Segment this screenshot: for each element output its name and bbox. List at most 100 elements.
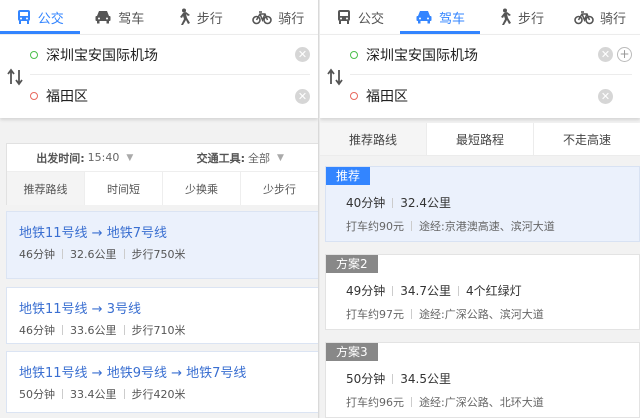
depart-time-value: 15:40 (87, 151, 120, 164)
car-icon (415, 9, 433, 25)
swap-icon[interactable] (326, 67, 344, 87)
tab-bike-label: 骑行 (278, 11, 305, 27)
route-title: 地铁11号线 → 地铁7号线 (19, 226, 167, 241)
mode-tabs: 公交 驾车 步行 骑行 (0, 0, 318, 34)
bus-icon (336, 9, 352, 25)
transit-route-1[interactable]: 地铁11号线 → 地铁7号线 46分钟 32.6公里 步行750米 (6, 211, 318, 279)
plan-distance: 32.4公里 (400, 196, 452, 210)
transit-route-2[interactable]: 地铁11号线 → 3号线 46分钟 33.6公里 步行710米 (6, 287, 318, 344)
transit-options: 出发时间: 15:40 ▼ 交通工具: 全部 ▼ 推荐路线 时间短 少换乘 少步… (6, 143, 319, 205)
tab-walk[interactable]: 步行 (159, 0, 239, 34)
sort-less-walking[interactable]: 少步行 (241, 172, 318, 205)
plan-via: 广深公路、北环大道 (444, 396, 544, 409)
clear-end-icon[interactable]: ✕ (598, 88, 613, 104)
start-dot-icon (30, 50, 38, 59)
plan-time: 49分钟 (346, 284, 386, 298)
transport-tool-select[interactable]: 交通工具: 全部 ▼ (163, 144, 319, 171)
chevron-down-icon: ▼ (126, 152, 134, 163)
route-inputs: 深圳宝安国际机场 ✕ + 福田区 ✕ (320, 34, 640, 118)
driving-panel: 公交 驾车 步行 骑行 深圳宝安国际机场 ✕ + 福田区 ✕ 推荐路线 最短路程… (320, 0, 640, 418)
plan-summary: 40分钟 32.4公里 (346, 194, 451, 211)
tab-bus-label: 公交 (357, 11, 384, 27)
clear-end-icon[interactable]: ✕ (295, 88, 310, 104)
plan-summary: 50分钟 34.5公里 (346, 370, 451, 387)
plan-details: 打车约96元 途经:广深公路、北环大道 (346, 394, 544, 410)
route-title: 地铁11号线 → 3号线 (19, 302, 141, 317)
tab-recommended-route[interactable]: 推荐路线 (320, 123, 427, 155)
mode-tabs: 公交 驾车 步行 骑行 (320, 0, 640, 34)
route-meta: 46分钟 32.6公里 步行750米 (19, 246, 186, 262)
driving-plan-3[interactable]: 方案3 50分钟 34.5公里 打车约96元 途经:广深公路、北环大道 (325, 342, 640, 418)
route-distance: 33.6公里 (70, 324, 117, 337)
transit-panel: 公交 驾车 步行 骑行 深圳宝安国际机场 ✕ 福田区 ✕ 出发时间: 15:40… (0, 0, 319, 418)
end-field[interactable]: 福田区 ✕ (350, 76, 632, 116)
end-input[interactable]: 福田区 (46, 86, 295, 106)
plan-via-label: 途经: (419, 396, 445, 409)
start-field[interactable]: 深圳宝安国际机场 ✕ + (350, 35, 632, 75)
clear-start-icon[interactable]: ✕ (598, 47, 613, 62)
plan-badge: 方案3 (326, 343, 378, 361)
swap-icon[interactable] (6, 67, 24, 87)
depart-time-select[interactable]: 出发时间: 15:40 ▼ (7, 144, 163, 171)
plan-taxi: 打车约90元 (346, 220, 404, 233)
plan-summary: 49分钟 34.7公里 4个红绿灯 (346, 282, 522, 299)
plan-badge: 推荐 (326, 167, 371, 185)
plan-distance: 34.5公里 (400, 372, 452, 386)
end-dot-icon (30, 92, 38, 100)
tab-walk-label: 步行 (517, 11, 544, 27)
tab-bus-label: 公交 (37, 11, 64, 27)
end-input[interactable]: 福田区 (366, 86, 598, 106)
plan-details: 打车约97元 途经:广深公路、滨河大道 (346, 306, 544, 322)
tab-avoid-highway[interactable]: 不走高速 (534, 123, 640, 155)
plan-taxi: 打车约97元 (346, 308, 404, 321)
end-dot-icon (350, 92, 358, 100)
clear-start-icon[interactable]: ✕ (295, 47, 310, 62)
start-input[interactable]: 深圳宝安国际机场 (46, 45, 295, 65)
transport-tool-value: 全部 (247, 151, 270, 165)
bus-icon (16, 9, 32, 25)
bike-icon (574, 9, 594, 25)
plan-badge: 方案2 (326, 255, 378, 273)
sort-recommended[interactable]: 推荐路线 (7, 172, 85, 205)
driving-plan-1[interactable]: 推荐 40分钟 32.4公里 打车约90元 途经:京港澳高速、滨河大道 (325, 166, 640, 242)
tab-shortest-distance[interactable]: 最短路程 (427, 123, 534, 155)
driving-strategy-tabs: 推荐路线 最短路程 不走高速 (320, 123, 640, 156)
route-time: 46分钟 (19, 248, 55, 261)
plan-taxi: 打车约96元 (346, 396, 404, 409)
tab-walk[interactable]: 步行 (480, 0, 560, 34)
tab-bus[interactable]: 公交 (320, 0, 400, 34)
plan-via-label: 途经: (419, 308, 445, 321)
tab-car[interactable]: 驾车 (400, 0, 480, 34)
transport-tool-label: 交通工具: (196, 151, 245, 165)
add-waypoint-icon[interactable]: + (617, 47, 632, 62)
route-time: 46分钟 (19, 324, 55, 337)
route-inputs: 深圳宝安国际机场 ✕ 福田区 ✕ (0, 34, 318, 118)
start-field[interactable]: 深圳宝安国际机场 ✕ (30, 35, 310, 75)
sort-shortest-time[interactable]: 时间短 (85, 172, 163, 205)
chevron-down-icon: ▼ (276, 152, 284, 163)
tab-bike[interactable]: 骑行 (239, 0, 319, 34)
plan-time: 40分钟 (346, 196, 386, 210)
tab-car[interactable]: 驾车 (80, 0, 160, 34)
start-input[interactable]: 深圳宝安国际机场 (366, 45, 598, 65)
plan-via: 京港澳高速、滨河大道 (444, 220, 555, 233)
plan-details: 打车约90元 途经:京港澳高速、滨河大道 (346, 218, 555, 234)
tab-walk-label: 步行 (196, 11, 223, 27)
tab-bike[interactable]: 骑行 (560, 0, 640, 34)
plan-time: 50分钟 (346, 372, 386, 386)
plan-via: 广深公路、滨河大道 (444, 308, 544, 321)
end-field[interactable]: 福田区 ✕ (30, 76, 310, 116)
route-meta: 50分钟 33.4公里 步行420米 (19, 386, 186, 402)
tab-bus[interactable]: 公交 (0, 0, 80, 34)
route-title: 地铁11号线 → 地铁9号线 → 地铁7号线 (19, 366, 247, 381)
plan-distance: 34.7公里 (400, 284, 452, 298)
tab-car-label: 驾车 (118, 11, 145, 27)
sort-fewer-transfers[interactable]: 少换乘 (163, 172, 241, 205)
route-meta: 46分钟 33.6公里 步行710米 (19, 322, 186, 338)
driving-plan-2[interactable]: 方案2 49分钟 34.7公里 4个红绿灯 打车约97元 途经:广深公路、滨河大道 (325, 254, 640, 330)
plan-via-label: 途经: (419, 220, 445, 233)
walk-icon (175, 8, 191, 26)
car-icon (94, 9, 112, 25)
transit-route-3[interactable]: 地铁11号线 → 地铁9号线 → 地铁7号线 50分钟 33.4公里 步行420米 (6, 351, 318, 413)
route-walk: 步行710米 (131, 324, 186, 337)
